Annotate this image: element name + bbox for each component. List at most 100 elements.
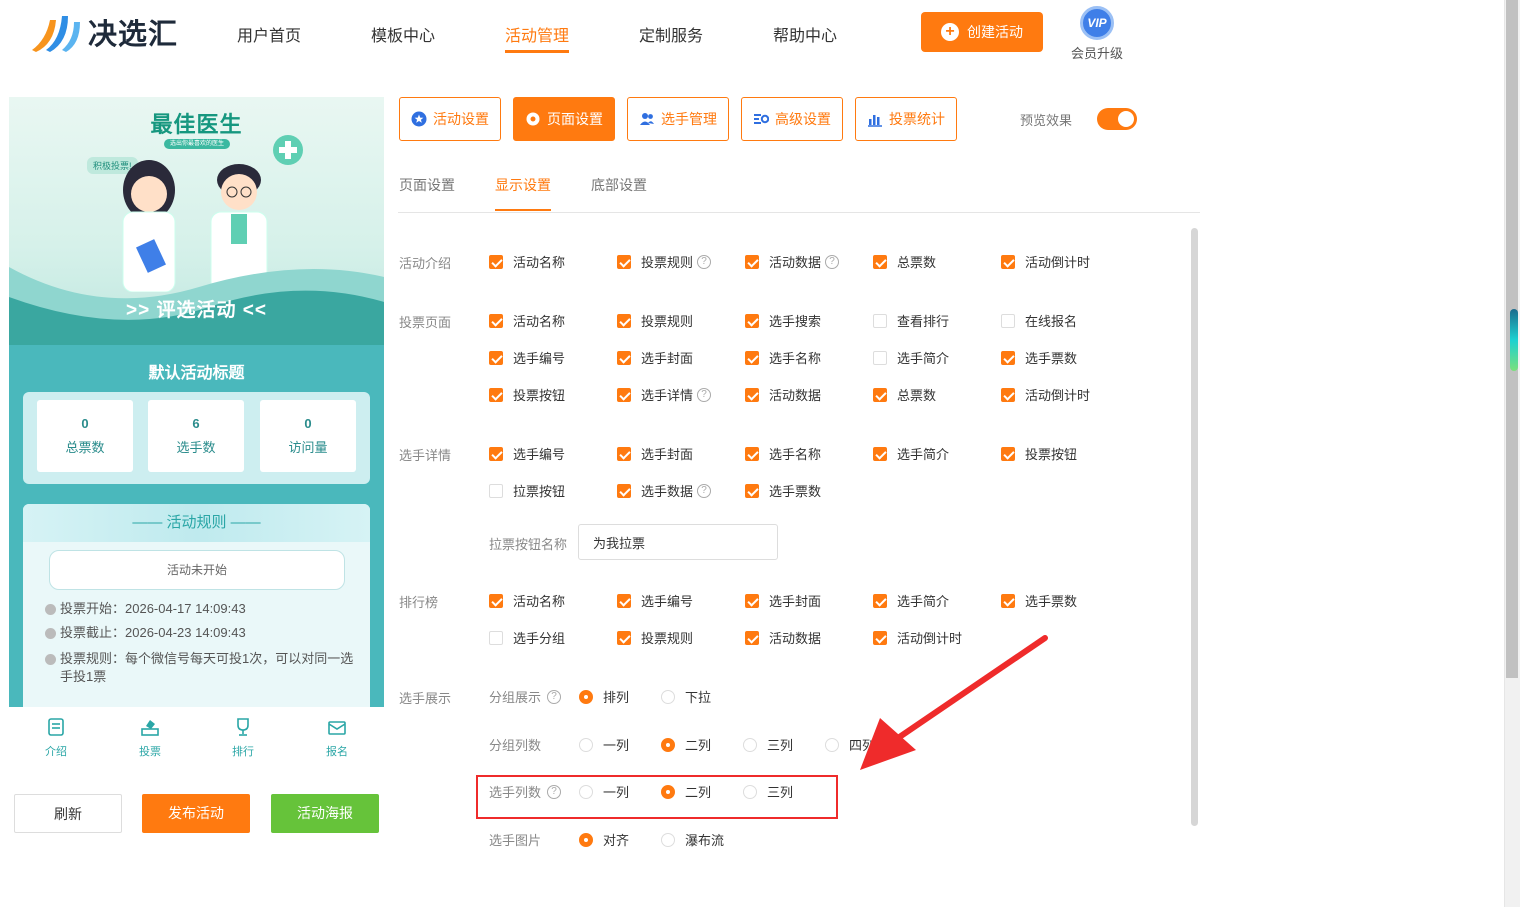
- nav-custom-service[interactable]: 定制服务: [639, 22, 703, 46]
- tab-vote-stats[interactable]: 投票统计: [855, 97, 957, 141]
- checkbox-intro[interactable]: 投票规则?: [617, 252, 712, 271]
- vote-start-line: 投票开始：2026-04-17 14:09:43: [45, 600, 355, 618]
- stat-label: 总票数: [65, 440, 105, 455]
- settings-scrollbar[interactable]: [1191, 228, 1198, 826]
- checkbox-vote-page[interactable]: 活动数据: [745, 385, 821, 404]
- nav-help[interactable]: 帮助中心: [773, 22, 837, 46]
- radio-group-columns[interactable]: 一列: [579, 735, 629, 754]
- logo[interactable]: 决选汇: [28, 10, 188, 54]
- checkbox-vote-page[interactable]: 选手搜索: [745, 311, 821, 330]
- checkbox-checked-icon: [489, 254, 503, 269]
- logo-text: 决选汇: [88, 19, 179, 51]
- checkbox-vote-page[interactable]: 选手编号: [489, 348, 565, 367]
- checkbox-intro[interactable]: 活动名称: [489, 252, 565, 271]
- checkbox-intro[interactable]: 活动倒计时: [1001, 252, 1090, 271]
- nav-home[interactable]: 用户首页: [237, 22, 301, 46]
- checkbox-checked-icon: [1001, 593, 1015, 608]
- checkbox-ranking[interactable]: 选手票数: [1001, 591, 1077, 610]
- clock-icon: [45, 604, 56, 615]
- tab-activity-settings[interactable]: 活动设置: [399, 97, 501, 141]
- checkbox-checked-icon: [617, 446, 631, 461]
- refresh-button[interactable]: 刷新: [14, 794, 122, 833]
- checkbox-vote-page[interactable]: 查看排行: [873, 311, 949, 330]
- checkbox-player-detail[interactable]: 投票按钮: [1001, 444, 1077, 463]
- radio-player-image[interactable]: 对齐: [579, 830, 629, 849]
- checkbox-player-detail[interactable]: 选手编号: [489, 444, 565, 463]
- checkbox-vote-page[interactable]: 活动倒计时: [1001, 385, 1090, 404]
- tab-label: 投票统计: [889, 111, 945, 127]
- help-icon[interactable]: ?: [697, 387, 712, 402]
- checkbox-player-detail[interactable]: 选手名称: [745, 444, 821, 463]
- radio-player-image[interactable]: 瀑布流: [661, 830, 724, 849]
- checkbox-checked-icon: [873, 446, 887, 461]
- radio-selected-icon: [579, 689, 593, 704]
- tab-player-manage[interactable]: 选手管理: [627, 97, 729, 141]
- tab-page-settings[interactable]: 页面设置: [513, 97, 615, 141]
- checkbox-ranking[interactable]: 选手封面: [745, 591, 821, 610]
- checkbox-vote-page[interactable]: 选手封面: [617, 348, 693, 367]
- bar-chart-icon: [868, 115, 882, 127]
- checkbox-player-detail[interactable]: 选手数据?: [617, 481, 712, 500]
- checkbox-intro[interactable]: 总票数: [873, 252, 936, 271]
- nav-templates[interactable]: 模板中心: [371, 22, 435, 46]
- vip-upgrade[interactable]: VIP 会员升级: [1066, 6, 1128, 61]
- floating-sidebar-widget[interactable]: [1510, 309, 1518, 371]
- checkbox-ranking[interactable]: 选手简介: [873, 591, 949, 610]
- checkbox-vote-page[interactable]: 投票规则: [617, 311, 693, 330]
- checkbox-intro[interactable]: 活动数据?: [745, 252, 840, 271]
- checkbox-ranking[interactable]: 选手编号: [617, 591, 693, 610]
- checkbox-vote-page[interactable]: 选手简介: [873, 348, 949, 367]
- radio-group-display[interactable]: 排列: [579, 687, 629, 706]
- checkbox-vote-page[interactable]: 选手详情?: [617, 385, 712, 404]
- nav-activity-manage[interactable]: 活动管理: [505, 22, 570, 53]
- checkbox-label: 投票按钮: [1025, 447, 1078, 462]
- checkbox-player-detail[interactable]: 选手封面: [617, 444, 693, 463]
- checkbox-empty-icon: [873, 350, 887, 365]
- checkbox-vote-page[interactable]: 选手票数: [1001, 348, 1077, 367]
- preview-bottom-nav: 介绍 投票 排行 报名: [9, 707, 384, 762]
- checkbox-ranking[interactable]: 选手分组: [489, 628, 565, 647]
- subtab-display-settings[interactable]: 显示设置: [495, 175, 551, 211]
- checkbox-ranking[interactable]: 投票规则: [617, 628, 693, 647]
- subtab-page-settings[interactable]: 页面设置: [399, 175, 455, 195]
- preview-toggle[interactable]: [1097, 108, 1137, 130]
- checkbox-label: 选手封面: [641, 351, 694, 366]
- checkbox-label: 活动名称: [513, 594, 566, 609]
- bottom-nav-vote[interactable]: 投票: [125, 717, 175, 759]
- checkbox-player-detail[interactable]: 选手票数: [745, 481, 821, 500]
- tab-advanced-settings[interactable]: 高级设置: [741, 97, 843, 141]
- publish-activity-button[interactable]: 发布活动: [142, 794, 250, 833]
- radio-empty-icon: [579, 737, 593, 752]
- checkbox-label: 活动倒计时: [1025, 255, 1091, 270]
- subtab-footer-settings[interactable]: 底部设置: [591, 175, 647, 195]
- help-icon[interactable]: ?: [697, 254, 712, 269]
- help-icon[interactable]: ?: [697, 483, 712, 498]
- star-circle-icon: [411, 111, 427, 127]
- help-icon[interactable]: ?: [547, 689, 562, 704]
- radio-group-display[interactable]: 下拉: [661, 687, 711, 706]
- gear-icon: [526, 112, 540, 126]
- bottom-nav-intro[interactable]: 介绍: [31, 717, 81, 759]
- checkbox-label: 投票规则: [641, 631, 694, 646]
- checkbox-ranking[interactable]: 活动数据: [745, 628, 821, 647]
- create-activity-button[interactable]: + 创建活动: [921, 12, 1043, 52]
- canvass-button-name-input[interactable]: [578, 524, 778, 560]
- radio-group-label-text: 分组展示: [489, 690, 542, 705]
- radio-group-columns[interactable]: 三列: [743, 735, 793, 754]
- checkbox-vote-page[interactable]: 总票数: [873, 385, 936, 404]
- radio-group-columns[interactable]: 二列: [661, 735, 711, 754]
- activity-poster-button[interactable]: 活动海报: [271, 794, 379, 833]
- checkbox-vote-page[interactable]: 在线报名: [1001, 311, 1077, 330]
- bottom-nav-ranking[interactable]: 排行: [218, 717, 268, 759]
- checkbox-vote-page[interactable]: 选手名称: [745, 348, 821, 367]
- checkbox-ranking[interactable]: 活动名称: [489, 591, 565, 610]
- help-icon[interactable]: ?: [825, 254, 840, 269]
- checkbox-label: 选手简介: [897, 351, 950, 366]
- radio-empty-icon: [825, 737, 839, 752]
- checkbox-vote-page[interactable]: 活动名称: [489, 311, 565, 330]
- bottom-nav-signup[interactable]: 报名: [312, 717, 362, 759]
- checkbox-label: 选手名称: [769, 447, 822, 462]
- checkbox-player-detail[interactable]: 拉票按钮: [489, 481, 565, 500]
- checkbox-player-detail[interactable]: 选手简介: [873, 444, 949, 463]
- checkbox-vote-page[interactable]: 投票按钮: [489, 385, 565, 404]
